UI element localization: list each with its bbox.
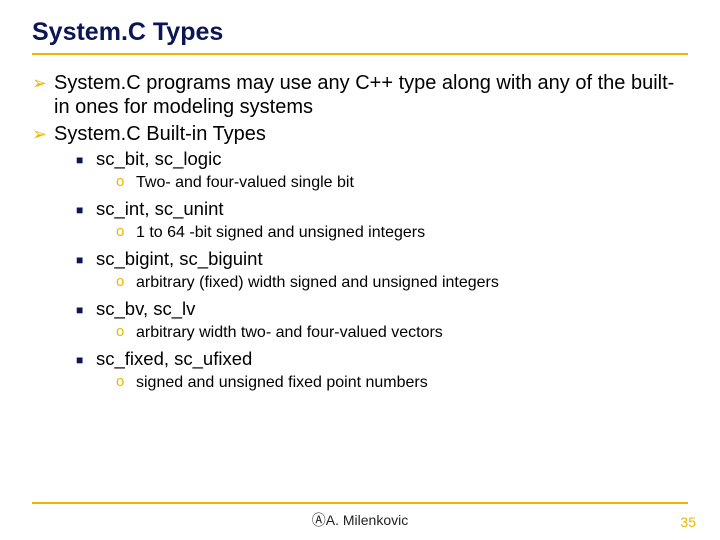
- arrow-bullet-icon: ➢: [32, 71, 54, 120]
- bullet-level-2: ■ sc_bv, sc_lv: [76, 298, 688, 321]
- square-bullet-icon: ■: [76, 198, 96, 221]
- bullet-level-3: o 1 to 64 -bit signed and unsigned integ…: [116, 223, 688, 243]
- bullet-level-2: ■ sc_fixed, sc_ufixed: [76, 348, 688, 371]
- footer-divider: [32, 502, 688, 504]
- footer-author: ⒶA. Milenkovic: [0, 510, 720, 530]
- circle-bullet-icon: o: [116, 373, 136, 393]
- bullet-text: signed and unsigned fixed point numbers: [136, 373, 688, 393]
- square-bullet-icon: ■: [76, 348, 96, 371]
- circle-bullet-icon: o: [116, 323, 136, 343]
- copyright-symbol: Ⓐ: [312, 512, 326, 528]
- bullet-level-3: o Two- and four-valued single bit: [116, 173, 688, 193]
- bullet-level-3: o arbitrary width two- and four-valued v…: [116, 323, 688, 343]
- slide: System.C Types ➢ System.C programs may u…: [0, 0, 720, 540]
- square-bullet-icon: ■: [76, 298, 96, 321]
- page-number: 35: [680, 514, 696, 530]
- bullet-level-2: ■ sc_int, sc_unint: [76, 198, 688, 221]
- bullet-level-2: ■ sc_bit, sc_logic: [76, 148, 688, 171]
- bullet-text: arbitrary width two- and four-valued vec…: [136, 323, 688, 343]
- bullet-text: sc_fixed, sc_ufixed: [96, 348, 688, 371]
- arrow-bullet-icon: ➢: [32, 122, 54, 146]
- bullet-level-2: ■ sc_bigint, sc_biguint: [76, 248, 688, 271]
- bullet-level-3: o arbitrary (fixed) width signed and uns…: [116, 273, 688, 293]
- bullet-text: Two- and four-valued single bit: [136, 173, 688, 193]
- bullet-text: sc_bv, sc_lv: [96, 298, 688, 321]
- bullet-level-1: ➢ System.C programs may use any C++ type…: [32, 71, 688, 120]
- bullet-level-3: o signed and unsigned fixed point number…: [116, 373, 688, 393]
- circle-bullet-icon: o: [116, 273, 136, 293]
- slide-title: System.C Types: [32, 18, 688, 47]
- bullet-text: sc_int, sc_unint: [96, 198, 688, 221]
- bullet-text: sc_bigint, sc_biguint: [96, 248, 688, 271]
- bullet-text: System.C programs may use any C++ type a…: [54, 71, 688, 120]
- bullet-text: System.C Built-in Types: [54, 122, 688, 146]
- square-bullet-icon: ■: [76, 148, 96, 171]
- slide-content: ➢ System.C programs may use any C++ type…: [32, 71, 688, 393]
- bullet-level-1: ➢ System.C Built-in Types: [32, 122, 688, 146]
- title-underline: [32, 53, 688, 55]
- square-bullet-icon: ■: [76, 248, 96, 271]
- bullet-text: 1 to 64 -bit signed and unsigned integer…: [136, 223, 688, 243]
- circle-bullet-icon: o: [116, 173, 136, 193]
- author-name: A. Milenkovic: [326, 512, 408, 528]
- bullet-text: sc_bit, sc_logic: [96, 148, 688, 171]
- circle-bullet-icon: o: [116, 223, 136, 243]
- bullet-text: arbitrary (fixed) width signed and unsig…: [136, 273, 688, 293]
